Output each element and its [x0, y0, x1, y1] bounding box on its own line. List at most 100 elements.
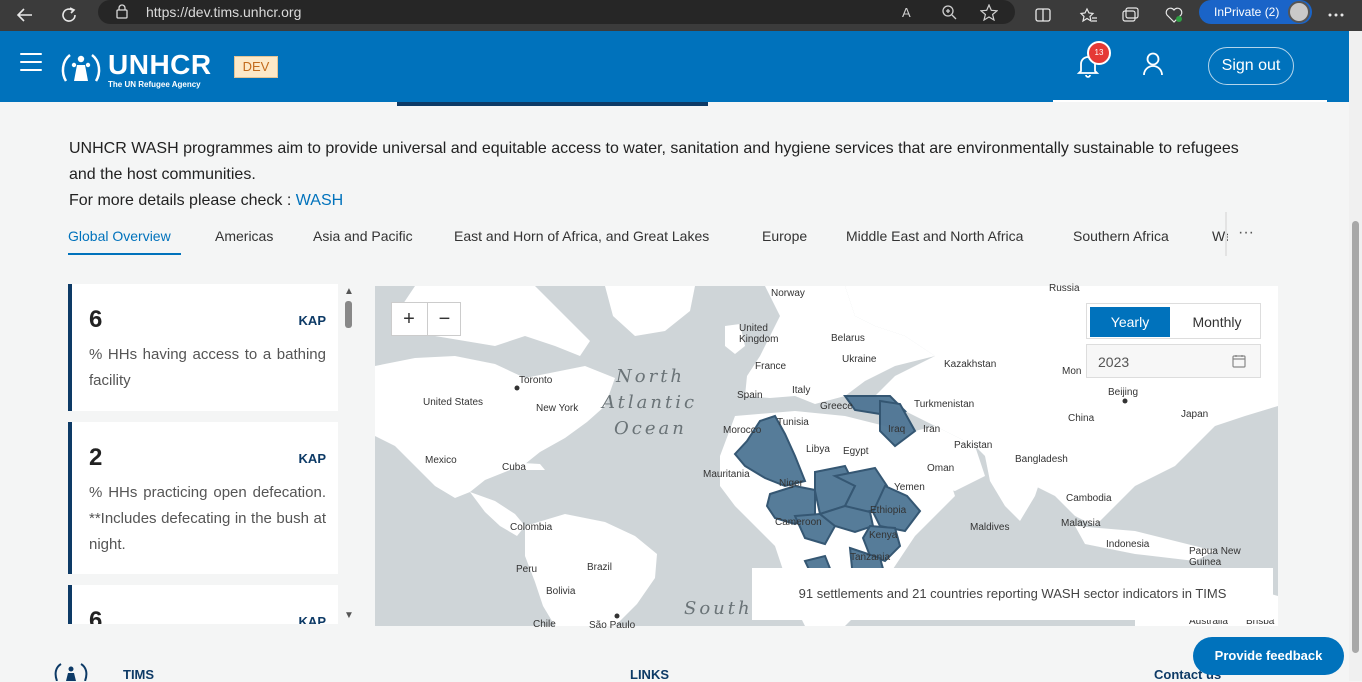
map-label: Morocco: [723, 425, 762, 436]
map-label: Egypt: [843, 446, 869, 457]
logo-wordmark: UNHCR: [108, 49, 212, 80]
map-label: Turkmenistan: [914, 399, 975, 410]
wash-link[interactable]: WASH: [296, 192, 343, 209]
page-scrollbar[interactable]: [1349, 31, 1362, 681]
map-label: Malaysia: [1061, 518, 1101, 529]
provide-feedback-button[interactable]: Provide feedback: [1193, 637, 1344, 675]
ocean-label: Atlantic: [602, 392, 698, 413]
browser-essentials-icon[interactable]: [1161, 3, 1187, 27]
sign-out-button[interactable]: Sign out: [1208, 47, 1294, 85]
footer-unhcr-emblem-icon: [54, 663, 88, 681]
map-summary-note: 91 settlements and 21 countries reportin…: [752, 568, 1273, 620]
map-label: Ethiopia: [870, 505, 907, 516]
inprivate-button[interactable]: InPrivate (2): [1199, 0, 1312, 24]
favorites-icon[interactable]: [1075, 3, 1101, 27]
unhcr-emblem-icon: [61, 54, 101, 82]
map-label: Iran: [923, 424, 941, 435]
map-label: Indonesia: [1106, 539, 1150, 550]
hamburger-menu-icon[interactable]: [20, 53, 42, 71]
tabs-more-button[interactable]: ···: [1238, 224, 1268, 246]
back-icon[interactable]: [12, 3, 38, 27]
app-header: UNHCR The UN Refugee Agency DEV 13 Sign …: [0, 31, 1349, 102]
monthly-button[interactable]: Monthly: [1177, 307, 1257, 337]
kpi-tag: KAP: [298, 451, 326, 466]
tab-americas[interactable]: Americas: [215, 228, 273, 244]
map-label: Peru: [516, 564, 538, 575]
page-scrollbar-thumb[interactable]: [1352, 221, 1359, 653]
kpi-card-list[interactable]: 6 KAP % HHs having access to a bathing f…: [68, 284, 338, 624]
map-label: China: [1068, 413, 1095, 424]
zoom-in-button[interactable]: +: [392, 303, 426, 335]
refresh-icon[interactable]: [56, 3, 82, 27]
kpi-scrollbar[interactable]: ▲ ▼: [341, 284, 355, 624]
intro-section: UNHCR WASH programmes aim to provide uni…: [69, 136, 1269, 214]
map-label: Cameroon: [775, 517, 822, 528]
map-label: Libya: [806, 444, 830, 455]
year-picker[interactable]: 2023: [1086, 344, 1261, 378]
kpi-value: 6: [89, 306, 103, 333]
tab-asia-pacific[interactable]: Asia and Pacific: [313, 228, 413, 244]
more-details-line: For more details please check : WASH: [69, 188, 1269, 214]
scroll-down-arrow-icon[interactable]: ▼: [344, 610, 354, 621]
unhcr-logo[interactable]: UNHCR The UN Refugee Agency: [60, 49, 220, 93]
zoom-icon[interactable]: [938, 2, 960, 22]
active-tab-indicator: [68, 253, 181, 255]
read-aloud-icon[interactable]: A: [898, 2, 920, 22]
kpi-card: 2 KAP % HHs practicing open defecation. …: [68, 422, 338, 574]
map-label: Yemen: [894, 482, 925, 493]
map-label: Greece: [820, 401, 853, 412]
yearly-button[interactable]: Yearly: [1090, 307, 1170, 337]
favorite-star-icon[interactable]: [978, 2, 1000, 22]
map-label: France: [755, 361, 787, 372]
kpi-scrollbar-thumb[interactable]: [345, 301, 352, 328]
kpi-card: 6 KAP: [68, 585, 338, 624]
ocean-label: North: [616, 366, 686, 387]
map-label: Oman: [927, 463, 955, 474]
scroll-up-arrow-icon[interactable]: ▲: [344, 286, 354, 297]
map-label: Italy: [792, 385, 811, 396]
map-label: Brazil: [587, 562, 613, 573]
tab-mena[interactable]: Middle East and North Africa: [846, 228, 1023, 244]
kpi-description: % HHs practicing open defecation. **Incl…: [89, 484, 326, 553]
kpi-description: % HHs having access to a bathing facilit…: [89, 346, 326, 389]
tab-southern-africa[interactable]: Southern Africa: [1073, 228, 1169, 244]
collections-icon[interactable]: [1118, 3, 1144, 27]
footer-links-heading: LINKS: [630, 667, 669, 682]
year-value: 2023: [1098, 354, 1130, 370]
map-zoom-control: + −: [391, 302, 461, 336]
address-bar[interactable]: https://dev.tims.unhcr.org A: [98, 0, 1015, 24]
map-label: Toronto: [519, 375, 553, 386]
tabs-divider: [1225, 212, 1227, 256]
inprivate-label: InPrivate (2): [1214, 5, 1280, 19]
map-label: Mon: [1062, 366, 1082, 377]
map-label: Colombia: [510, 522, 553, 533]
map-label: Russia: [1049, 283, 1080, 294]
tab-global-overview[interactable]: Global Overview: [68, 228, 171, 244]
map-label: United States: [423, 397, 484, 408]
kpi-tag: KAP: [298, 614, 326, 624]
map-label: São Paulo: [589, 620, 636, 631]
map-label: Iraq: [888, 424, 906, 435]
map-label: Ukraine: [842, 354, 877, 365]
map-label: Mexico: [425, 455, 457, 466]
user-profile-icon[interactable]: [1141, 51, 1165, 77]
kpi-value: 2: [89, 444, 103, 471]
more-details-prefix: For more details please check :: [69, 192, 292, 209]
split-screen-icon[interactable]: [1030, 3, 1056, 27]
footer-tims-heading: TIMS: [123, 667, 155, 682]
calendar-icon: [1232, 355, 1246, 368]
map-label: Spain: [737, 390, 763, 401]
zoom-out-button[interactable]: −: [427, 303, 461, 335]
intro-text: UNHCR WASH programmes aim to provide uni…: [69, 140, 1239, 183]
map-label: Tanzania: [850, 552, 891, 563]
map-label: Cuba: [502, 462, 526, 473]
url-text: https://dev.tims.unhcr.org: [146, 4, 302, 20]
region-tabs: Global Overview Americas Asia and Pacifi…: [68, 224, 1228, 256]
footer: TIMS LINKS Contact us: [0, 660, 1349, 682]
map-label: United Kingdom: [739, 323, 779, 345]
tab-europe[interactable]: Europe: [762, 228, 807, 244]
tab-east-horn-africa[interactable]: East and Horn of Africa, and Great Lakes: [454, 228, 709, 244]
ocean-label: Ocean: [614, 418, 687, 439]
map-label: Belarus: [831, 333, 865, 344]
more-options-icon[interactable]: [1323, 3, 1349, 27]
